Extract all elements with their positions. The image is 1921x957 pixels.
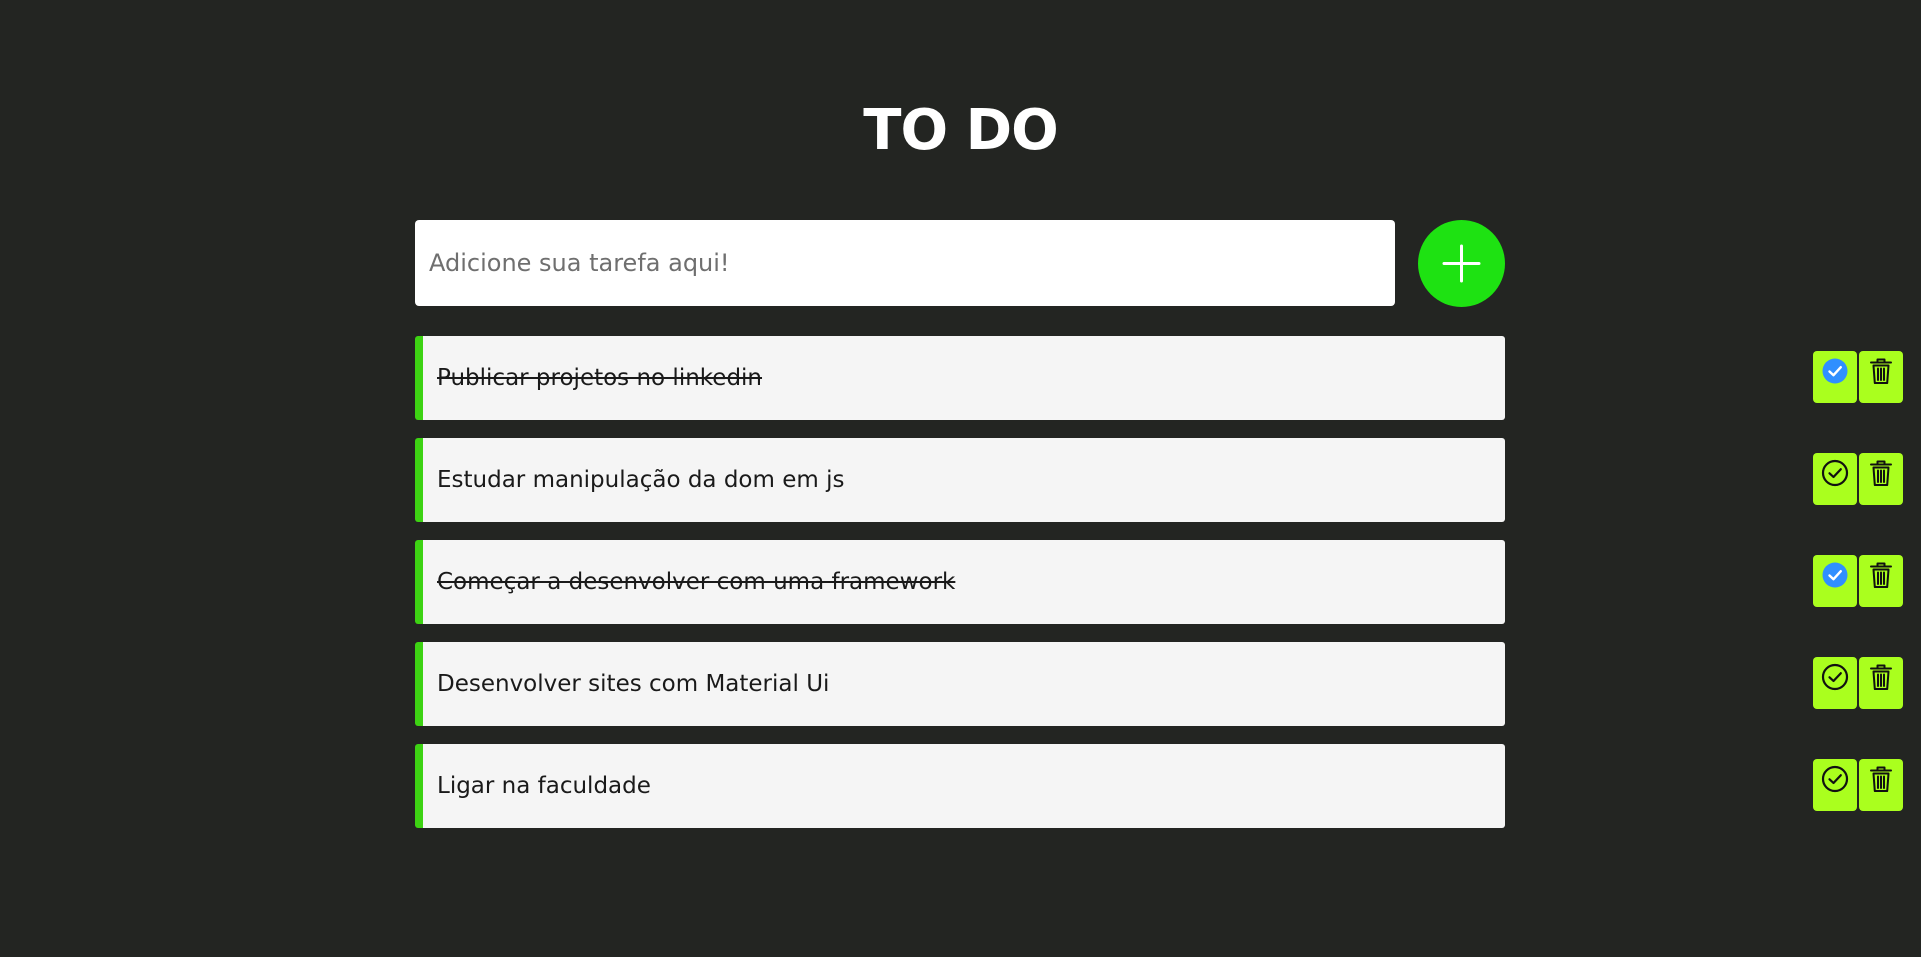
task-input[interactable] [415, 220, 1395, 306]
check-circle-filled-icon [1822, 358, 1848, 384]
complete-task-button[interactable] [1813, 453, 1857, 505]
trash-icon [1870, 460, 1892, 486]
task-label: Estudar manipulação da dom em js [437, 467, 845, 493]
trash-icon [1870, 562, 1892, 588]
delete-task-button[interactable] [1859, 759, 1903, 811]
task-item: Desenvolver sites com Material Ui [415, 642, 1903, 726]
complete-task-button[interactable] [1813, 351, 1857, 403]
task-item: Publicar projetos no linkedin [415, 336, 1903, 420]
task-label: Ligar na faculdade [437, 773, 651, 799]
task-item: Estudar manipulação da dom em js [415, 438, 1903, 522]
trash-icon [1870, 766, 1892, 792]
add-task-button[interactable] [1418, 220, 1505, 307]
check-circle-filled-icon [1822, 562, 1848, 588]
task-label: Publicar projetos no linkedin [437, 365, 763, 391]
check-circle-outline-icon [1821, 459, 1849, 487]
delete-task-button[interactable] [1859, 453, 1903, 505]
trash-icon [1870, 358, 1892, 384]
delete-task-button[interactable] [1859, 351, 1903, 403]
todo-app: TO DO Publicar projetos no linkedin Estu… [0, 0, 1921, 957]
task-label: Começar a desenvolver com uma framework [437, 569, 956, 595]
task-label: Desenvolver sites com Material Ui [437, 671, 830, 697]
trash-icon [1870, 664, 1892, 690]
complete-task-button[interactable] [1813, 555, 1857, 607]
task-item: Ligar na faculdade [415, 744, 1903, 828]
plus-icon [1442, 244, 1481, 283]
complete-task-button[interactable] [1813, 657, 1857, 709]
task-list: Publicar projetos no linkedin Estudar ma… [415, 336, 1903, 846]
check-circle-outline-icon [1821, 663, 1849, 691]
check-circle-outline-icon [1821, 765, 1849, 793]
delete-task-button[interactable] [1859, 657, 1903, 709]
task-item: Começar a desenvolver com uma framework [415, 540, 1903, 624]
page-title: TO DO [863, 98, 1058, 163]
complete-task-button[interactable] [1813, 759, 1857, 811]
delete-task-button[interactable] [1859, 555, 1903, 607]
